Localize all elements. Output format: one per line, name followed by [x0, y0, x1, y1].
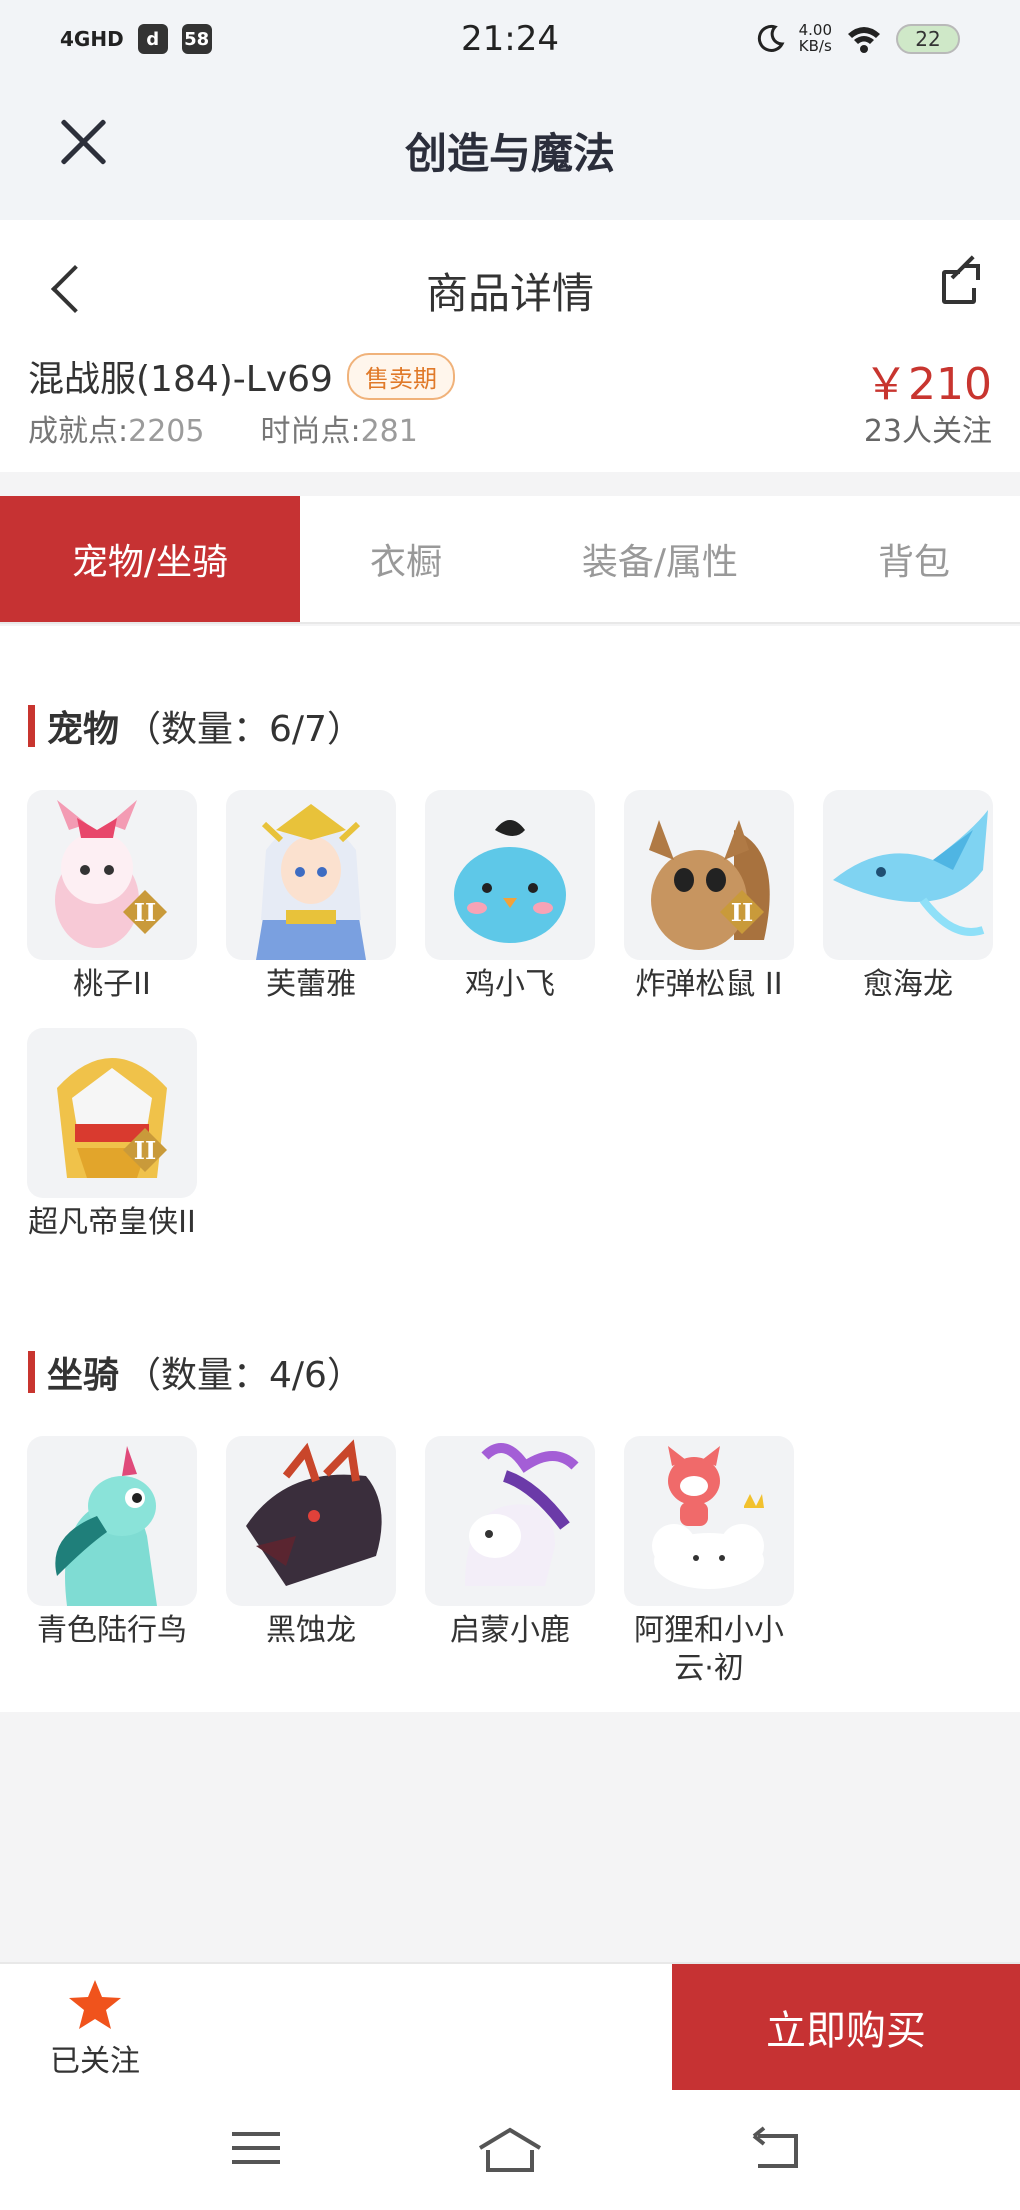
- bottom-action-bar: 已关注 立即购买: [0, 1962, 1020, 2090]
- svg-text:II: II: [134, 1136, 156, 1165]
- pets-section-count: （数量：6/7）: [125, 709, 363, 750]
- buy-now-button[interactable]: 立即购买: [672, 1964, 1020, 2090]
- section-accent-bar: [28, 705, 35, 747]
- mount-item[interactable]: 黑蚀龙: [226, 1436, 396, 1687]
- sale-status-badge: 售卖期: [346, 352, 455, 400]
- product-header: 商品详情 混战服(184)-Lv69 售卖期 成就点:2205 时尚点:281 …: [0, 220, 1020, 472]
- star-icon: [69, 1980, 121, 2029]
- pets-section-header: 宠物 （数量：6/7）: [28, 700, 363, 752]
- tab-backpack[interactable]: 背包: [808, 496, 1020, 622]
- tab-pets-mounts[interactable]: 宠物/坐骑: [0, 496, 300, 622]
- pet-item[interactable]: II 桃子II: [27, 790, 197, 1004]
- mounts-grid: 青色陆行鸟 黑蚀龙 启蒙小鹿 阿狸和小小云·初: [27, 1436, 1007, 1687]
- mounts-section-title: 坐骑: [47, 1355, 120, 1396]
- mount-name: 阿狸和小小云·初: [634, 1613, 784, 1686]
- blue-bird-pet-icon: [425, 790, 595, 960]
- tab-equipment[interactable]: 装备/属性: [512, 496, 808, 622]
- pet-item[interactable]: 愈海龙: [823, 790, 993, 1004]
- achievement-points: 成就点:2205: [28, 414, 205, 449]
- mount-item[interactable]: 启蒙小鹿: [425, 1436, 595, 1687]
- svg-text:II: II: [731, 898, 753, 927]
- app-title: 创造与魔法: [404, 129, 615, 178]
- sea-dragon-pet-icon: [823, 790, 993, 960]
- pets-section-title: 宠物: [47, 709, 120, 750]
- bomb-squirrel-pet-icon: II: [624, 790, 794, 960]
- mount-name: 黑蚀龙: [266, 1613, 356, 1648]
- app-bar: 创造与魔法: [0, 78, 1020, 220]
- pet-name: 鸡小飞: [465, 967, 555, 1002]
- mount-name: 启蒙小鹿: [450, 1613, 570, 1648]
- back-nav-icon[interactable]: [750, 2126, 804, 2172]
- tab-wardrobe[interactable]: 衣橱: [300, 496, 512, 622]
- pet-item[interactable]: 鸡小飞: [425, 790, 595, 1004]
- pet-item[interactable]: II 炸弹松鼠 II: [624, 790, 794, 1004]
- golden-knight-pet-icon: II: [27, 1027, 197, 1198]
- mount-name: 青色陆行鸟: [37, 1613, 187, 1648]
- fashion-points: 时尚点:281: [260, 414, 418, 449]
- mount-item[interactable]: 阿狸和小小云·初: [624, 1436, 794, 1687]
- pet-name: 桃子II: [73, 967, 151, 1002]
- pets-grid: II 桃子II 芙蕾雅 鸡小飞 II 炸弹松鼠 II 愈海龙 II 超凡帝皇侠I…: [27, 790, 1007, 1241]
- status-bar: 4GHD d 58 21:24 4.00 KB/s 22: [0, 0, 1020, 78]
- mounts-section-count: （数量：4/6）: [125, 1355, 363, 1396]
- follower-count: 23人关注: [863, 414, 992, 449]
- pet-name: 炸弹松鼠 II: [635, 967, 783, 1002]
- mount-item[interactable]: 青色陆行鸟: [27, 1436, 197, 1687]
- product-stats: 成就点:2205 时尚点:281: [28, 406, 418, 450]
- follow-label: 已关注: [50, 2044, 140, 2079]
- black-dragon-mount-icon: [226, 1436, 396, 1606]
- system-nav-bar: [0, 2090, 1020, 2210]
- share-icon[interactable]: [940, 255, 984, 306]
- section-accent-bar: [28, 1351, 35, 1393]
- category-tabs: 宠物/坐骑 衣橱 装备/属性 背包: [0, 496, 1020, 624]
- pet-name: 超凡帝皇侠II: [28, 1204, 196, 1240]
- page-title: 商品详情: [425, 269, 594, 318]
- price: ￥210: [864, 359, 992, 410]
- white-deer-mount-icon: [425, 1436, 595, 1606]
- pets-mounts-panel: 宠物 （数量：6/7） II 桃子II 芙蕾雅 鸡小飞 II 炸弹松鼠 II 愈…: [0, 626, 1020, 1712]
- pink-cat-pet-icon: II: [27, 790, 197, 960]
- ali-cloud-mount-icon: [624, 1436, 794, 1606]
- pet-name: 芙蕾雅: [266, 967, 356, 1002]
- product-name: 混战服(184)-Lv69: [28, 359, 333, 400]
- follow-button[interactable]: 已关注: [40, 1978, 150, 2082]
- svg-text:II: II: [134, 898, 156, 927]
- menu-icon[interactable]: [230, 2126, 282, 2170]
- mounts-section-header: 坐骑 （数量：4/6）: [28, 1346, 363, 1398]
- cyan-bird-mount-icon: [27, 1436, 197, 1606]
- pet-item[interactable]: 芙蕾雅: [226, 790, 396, 1004]
- valkyrie-pet-icon: [226, 790, 396, 960]
- status-time: 21:24: [461, 19, 559, 59]
- pet-item[interactable]: II 超凡帝皇侠II: [27, 1027, 197, 1242]
- product-name-row: 混战服(184)-Lv69 售卖期: [28, 350, 455, 402]
- pet-name: 愈海龙: [863, 967, 953, 1002]
- home-icon[interactable]: [476, 2126, 544, 2174]
